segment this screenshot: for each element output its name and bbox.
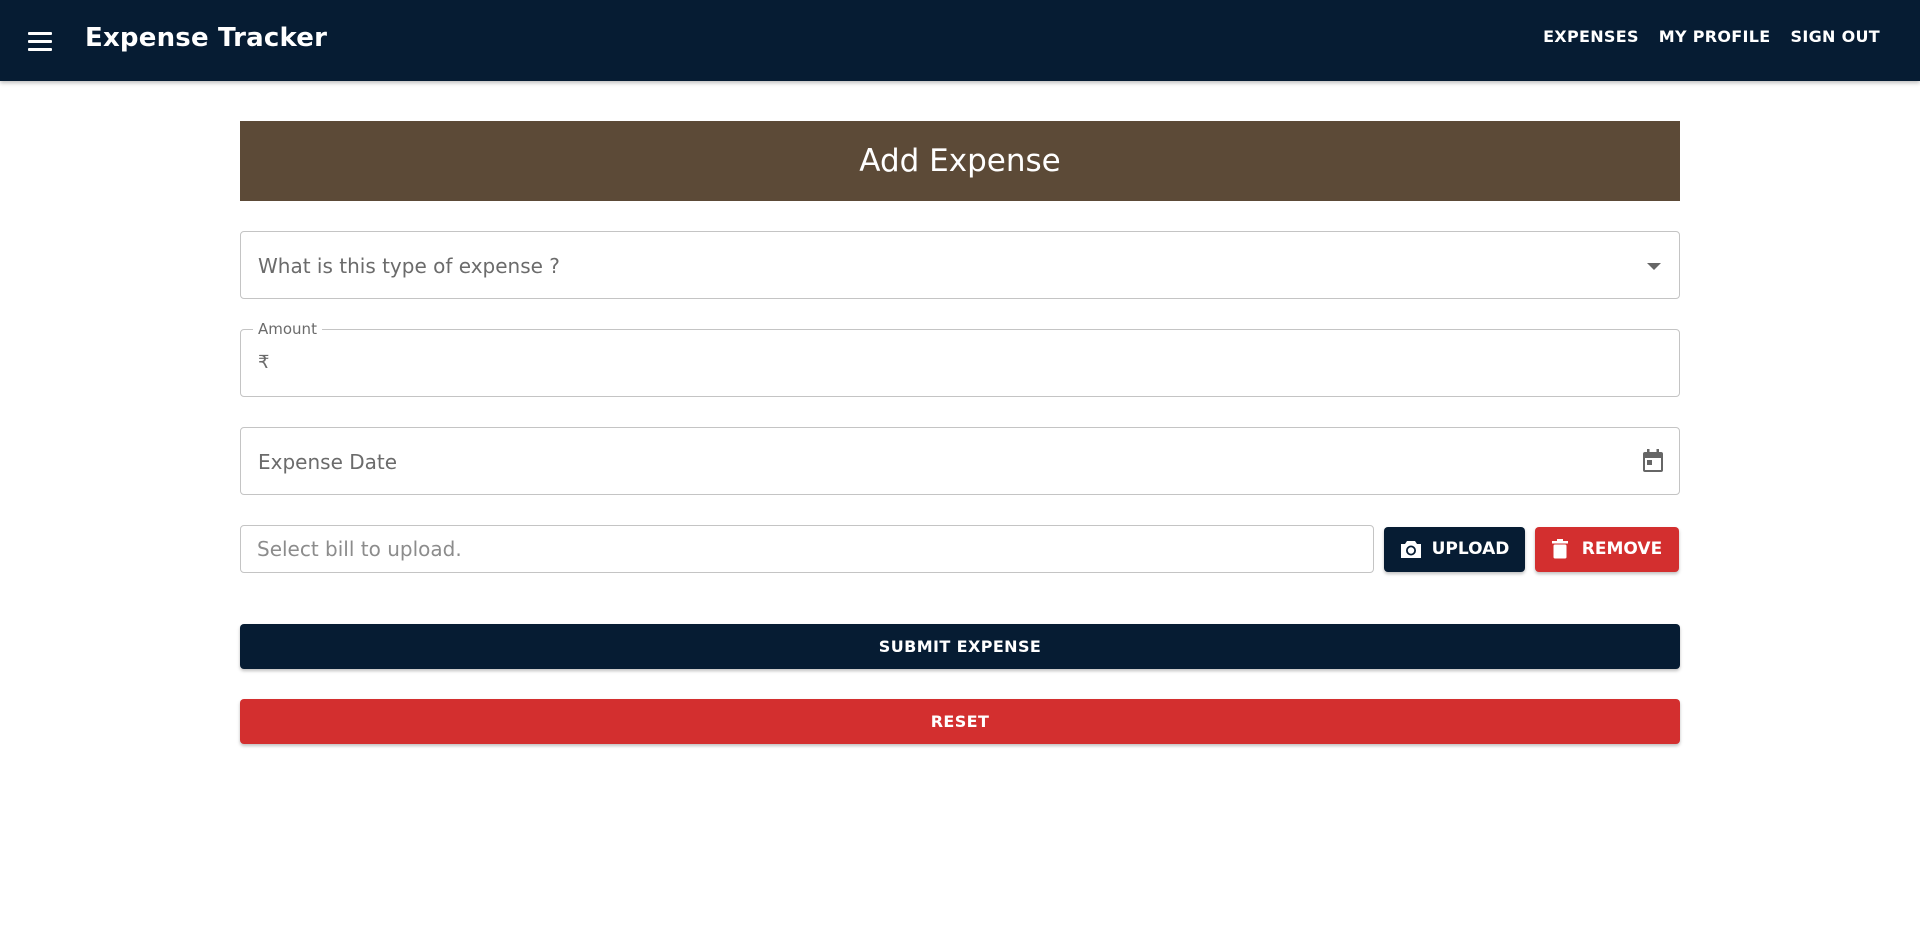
arrow-drop-down-icon [1647, 263, 1661, 270]
remove-label: REMOVE [1581, 539, 1663, 559]
submit-expense-button[interactable]: SUBMIT EXPENSE [240, 624, 1680, 669]
amount-label: Amount [253, 320, 322, 338]
menu-icon[interactable] [22, 24, 58, 58]
expense-type-placeholder: What is this type of expense ? [258, 254, 560, 278]
add-expense-form: Add Expense What is this type of expense… [240, 121, 1680, 744]
currency-prefix: ₹ [258, 352, 270, 373]
app-bar: Expense Tracker EXPENSES MY PROFILE SIGN… [0, 0, 1920, 81]
trash-icon [1551, 539, 1568, 559]
upload-button[interactable]: UPLOAD [1384, 526, 1525, 572]
page-title: Add Expense [240, 121, 1680, 201]
bill-upload-row: Select bill to upload. UPLOAD REMOVE [240, 525, 1680, 573]
remove-button[interactable]: REMOVE [1535, 526, 1679, 572]
camera-icon [1400, 541, 1421, 558]
amount-field[interactable]: Amount ₹ [240, 320, 1680, 397]
top-nav: EXPENSES MY PROFILE SIGN OUT [1543, 27, 1880, 46]
bill-file-placeholder: Select bill to upload. [257, 537, 462, 561]
expense-date-field[interactable]: Expense Date [240, 427, 1680, 495]
app-title: Expense Tracker [85, 23, 328, 53]
upload-label: UPLOAD [1431, 539, 1510, 559]
expense-date-placeholder: Expense Date [258, 450, 398, 474]
nav-my-profile[interactable]: MY PROFILE [1659, 27, 1771, 46]
nav-expenses[interactable]: EXPENSES [1543, 27, 1639, 46]
reset-button[interactable]: RESET [240, 699, 1680, 744]
calendar-icon[interactable] [1641, 448, 1665, 474]
bill-file-input[interactable]: Select bill to upload. [240, 525, 1374, 573]
nav-sign-out[interactable]: SIGN OUT [1791, 27, 1880, 46]
expense-type-select[interactable]: What is this type of expense ? [240, 231, 1680, 299]
